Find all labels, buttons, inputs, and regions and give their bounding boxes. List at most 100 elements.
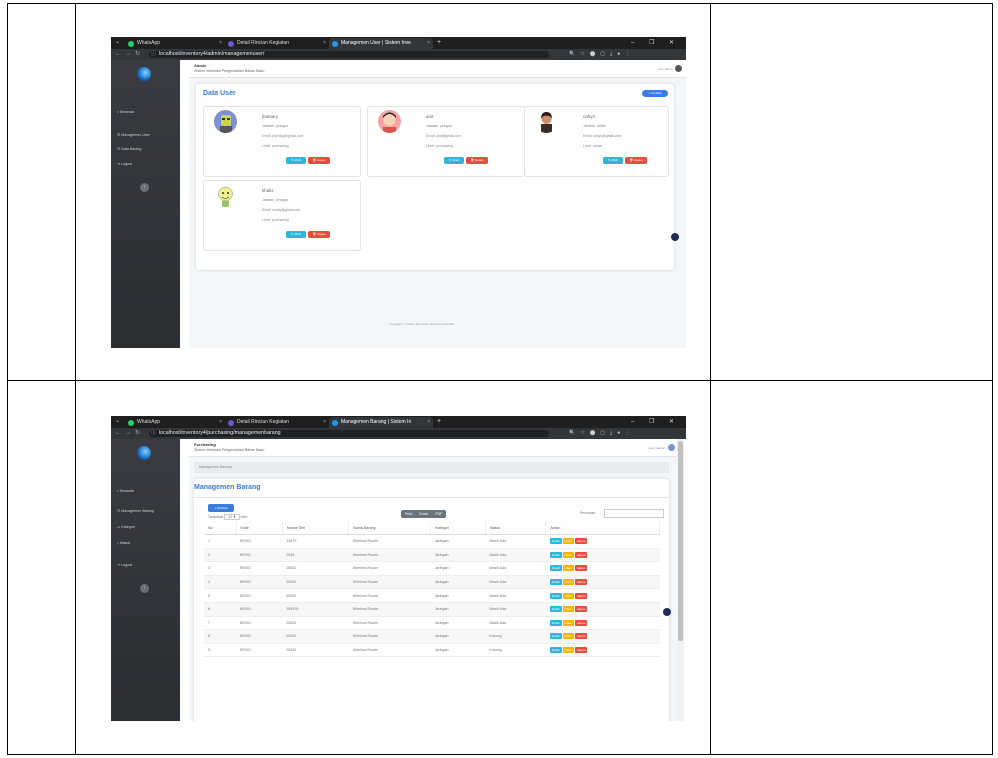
- edit-button[interactable]: Ubah: [562, 579, 574, 586]
- delete-user-button[interactable]: 🗑 Hapus: [308, 231, 330, 238]
- close-window-icon[interactable]: ✕: [669, 416, 674, 428]
- toolbar-icons[interactable]: 🔍☆⬤▢⤓●⋮: [569, 428, 635, 439]
- sidebar-item-logout[interactable]: ⇥ Logout: [117, 162, 132, 166]
- detail-button[interactable]: Detail: [549, 579, 562, 586]
- detail-button[interactable]: Detail: [549, 633, 562, 640]
- delete-button[interactable]: Hapus: [574, 633, 588, 640]
- close-icon[interactable]: ×: [219, 417, 222, 428]
- delete-button[interactable]: Hapus: [574, 551, 588, 558]
- column-header[interactable]: Nomor Seri: [282, 522, 350, 535]
- edit-button[interactable]: Ubah: [562, 565, 574, 572]
- sidebar-item-data-barang[interactable]: ☷ Data Barang: [117, 147, 141, 151]
- scrollbar-thumb[interactable]: [678, 441, 683, 641]
- edit-button[interactable]: Ubah: [562, 633, 574, 640]
- close-icon[interactable]: ×: [323, 417, 326, 428]
- back-icon[interactable]: ←: [115, 428, 121, 439]
- tab-search-icon[interactable]: ⌄: [115, 416, 120, 427]
- tab-search-icon[interactable]: ⌄: [115, 37, 120, 48]
- back-icon[interactable]: ←: [115, 49, 121, 60]
- close-icon[interactable]: ×: [219, 38, 222, 49]
- url-field[interactable]: ⓘ localhost/inventory4/admin/managemenuse…: [149, 51, 549, 58]
- user-greeting[interactable]: Hey, jhamary: [649, 446, 666, 450]
- sidebar-toggle-button[interactable]: ‹: [140, 584, 149, 593]
- sidebar-item-managemen-user[interactable]: ☰ Managemen User: [117, 133, 150, 137]
- reload-icon[interactable]: ↻: [135, 49, 140, 60]
- close-icon[interactable]: ×: [323, 38, 326, 49]
- sidebar-item-kategori[interactable]: ▭ Kategori: [117, 525, 135, 529]
- minimize-icon[interactable]: –: [631, 416, 634, 428]
- edit-user-button[interactable]: ✎ Ubah: [603, 157, 623, 164]
- edit-button[interactable]: Ubah: [562, 647, 574, 654]
- scrollbar[interactable]: [677, 439, 684, 721]
- sidebar-item-beranda[interactable]: ⌂ Beranda: [117, 489, 134, 493]
- detail-button[interactable]: Detail: [549, 551, 562, 558]
- delete-button[interactable]: Hapus: [574, 592, 588, 599]
- minimize-icon[interactable]: –: [631, 37, 634, 49]
- toolbar-icons[interactable]: 🔍☆⬤▢⤓●⋮: [569, 49, 635, 60]
- delete-user-button[interactable]: 🗑 Hapus: [308, 157, 330, 164]
- add-barang-button[interactable]: + Tambah: [208, 504, 234, 512]
- edit-user-button[interactable]: ✎ Ubah: [286, 231, 306, 238]
- restore-icon[interactable]: ❐: [649, 37, 654, 49]
- detail-button[interactable]: Detail: [549, 565, 562, 572]
- sidebar-item-beranda[interactable]: ⌂ Beranda: [117, 110, 134, 114]
- delete-user-button[interactable]: 🗑 Hapus: [625, 157, 647, 164]
- edit-button[interactable]: Ubah: [562, 592, 574, 599]
- detail-button[interactable]: Detail: [549, 592, 562, 599]
- avatar[interactable]: [668, 444, 675, 451]
- restore-icon[interactable]: ❐: [649, 416, 654, 428]
- tab-detail-rincian[interactable]: Detail Rincian Kegiatan ×: [225, 417, 329, 428]
- edit-user-button[interactable]: ✎ Ubah: [444, 157, 464, 164]
- detail-button[interactable]: Detail: [549, 606, 562, 613]
- sidebar-item-masuk[interactable]: ⤓ Masuk: [117, 541, 130, 545]
- delete-button[interactable]: Hapus: [574, 579, 588, 586]
- tab-managemen-user[interactable]: Managemen User | Sistem Inve ×: [329, 38, 433, 49]
- add-user-button[interactable]: + Tambah: [642, 90, 668, 97]
- tab-whatsapp[interactable]: WhatsApp ×: [125, 417, 225, 428]
- tab-detail-rincian[interactable]: Detail Rincian Kegiatan ×: [225, 38, 329, 49]
- column-header[interactable]: Kategori: [430, 522, 486, 535]
- edit-user-button[interactable]: ✎ Ubah: [286, 157, 306, 164]
- delete-user-button[interactable]: 🗑 Hapus: [466, 157, 488, 164]
- detail-button[interactable]: Detail: [549, 647, 562, 654]
- forward-icon[interactable]: →: [125, 49, 131, 60]
- column-header[interactable]: Kode: [236, 522, 283, 535]
- print-button[interactable]: Print: [401, 512, 416, 516]
- sidebar-item-managemen-barang[interactable]: ☷ Managemen Barang: [117, 509, 154, 513]
- edit-button[interactable]: Ubah: [562, 538, 574, 545]
- column-header[interactable]: Action: [545, 522, 660, 535]
- user-greeting[interactable]: Hey, admin: [658, 67, 673, 71]
- chat-icon[interactable]: [663, 608, 671, 616]
- detail-button[interactable]: Detail: [549, 619, 562, 626]
- pdf-button[interactable]: PDF: [431, 512, 446, 516]
- delete-button[interactable]: Hapus: [574, 565, 588, 572]
- forward-icon[interactable]: →: [125, 428, 131, 439]
- edit-button[interactable]: Ubah: [562, 551, 574, 558]
- avatar[interactable]: [675, 65, 682, 72]
- detail-button[interactable]: Detail: [549, 538, 562, 545]
- sidebar-toggle-button[interactable]: ‹: [140, 183, 149, 192]
- chat-icon[interactable]: [671, 233, 679, 241]
- reload-icon[interactable]: ↻: [135, 428, 140, 439]
- close-window-icon[interactable]: ✕: [669, 37, 674, 49]
- new-tab-icon[interactable]: +: [437, 38, 441, 48]
- delete-button[interactable]: Hapus: [574, 538, 588, 545]
- edit-button[interactable]: Ubah: [562, 619, 574, 626]
- column-header[interactable]: No: [204, 522, 237, 535]
- close-icon[interactable]: ×: [427, 417, 430, 428]
- column-header[interactable]: Status: [485, 522, 547, 535]
- tab-whatsapp[interactable]: WhatsApp ×: [125, 38, 225, 49]
- search-input[interactable]: [604, 509, 664, 518]
- delete-button[interactable]: Hapus: [574, 606, 588, 613]
- column-header[interactable]: Nama Barang: [348, 522, 432, 535]
- edit-button[interactable]: Ubah: [562, 606, 574, 613]
- excel-button[interactable]: Excel: [416, 512, 431, 516]
- page-length-select[interactable]: 10 ⬍: [224, 514, 240, 520]
- delete-button[interactable]: Hapus: [574, 647, 588, 654]
- tab-managemen-barang[interactable]: Managemen Barang | Sistem In ×: [329, 417, 433, 428]
- delete-button[interactable]: Hapus: [574, 619, 588, 626]
- url-field[interactable]: ⓘ localhost/inventory4/purchasing/managem…: [149, 430, 549, 437]
- sidebar-item-logout[interactable]: ⇥ Logout: [117, 563, 132, 567]
- new-tab-icon[interactable]: +: [437, 417, 441, 427]
- close-icon[interactable]: ×: [427, 38, 430, 49]
